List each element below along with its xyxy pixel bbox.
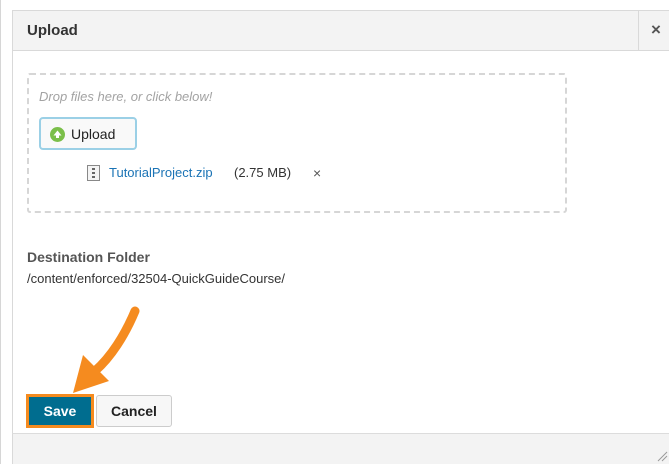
save-button[interactable]: Save [26, 394, 94, 428]
orange-arrow-icon [73, 306, 140, 393]
destination-folder-path: /content/enforced/32504-QuickGuideCourse… [27, 271, 285, 286]
upload-dialog: Upload × Drop files here, or click below… [0, 0, 669, 464]
resize-grip-icon[interactable] [656, 450, 668, 462]
remove-file-icon[interactable]: × [313, 165, 321, 181]
dialog-titlebar: Upload × [12, 10, 669, 51]
file-dropzone[interactable]: Drop files here, or click below! Upload … [27, 73, 567, 213]
file-size: (2.75 MB) [234, 165, 292, 180]
close-icon[interactable]: × [651, 20, 661, 40]
dropzone-hint: Drop files here, or click below! [39, 89, 213, 104]
upload-icon [50, 127, 65, 142]
file-name-link[interactable]: TutorialProject.zip [109, 165, 213, 180]
upload-button-label: Upload [71, 126, 116, 142]
close-button[interactable]: × [638, 11, 669, 50]
destination-folder-label: Destination Folder [27, 249, 150, 265]
dialog-footer [12, 433, 669, 464]
zip-file-icon [87, 165, 100, 181]
dialog-title: Upload [27, 22, 78, 39]
upload-button[interactable]: Upload [39, 117, 137, 150]
cancel-button[interactable]: Cancel [96, 395, 172, 427]
